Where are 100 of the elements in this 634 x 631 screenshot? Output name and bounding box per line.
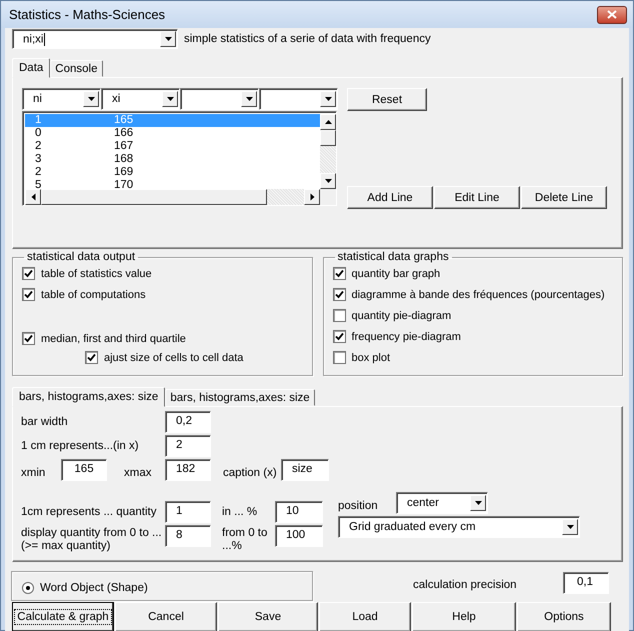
checkbox[interactable] (332, 330, 346, 343)
field-label: 1 cm represents...(in x) (21, 440, 140, 452)
list-row[interactable]: 2 169 (25, 166, 320, 179)
checkmark-icon (334, 290, 344, 299)
tab[interactable]: bars, histograms,axes: size (12, 387, 166, 407)
vertical-scrollbar[interactable] (320, 114, 336, 189)
list-cell: 170 (114, 179, 134, 189)
arrow-icon (88, 97, 94, 101)
arrow-icon (31, 194, 35, 200)
tab[interactable]: Data (12, 58, 50, 78)
scroll-right-button[interactable] (304, 189, 320, 205)
column-selector[interactable] (259, 88, 338, 110)
list-cell-text: 3 (34, 153, 42, 166)
radio-button[interactable] (22, 582, 34, 594)
list-cell-text: 5 (34, 179, 42, 189)
close-icon (607, 10, 617, 19)
scroll-thumb[interactable] (320, 130, 336, 146)
checkmark-icon (24, 269, 33, 278)
arrow-icon (324, 97, 332, 101)
action-button[interactable]: Save (218, 602, 318, 631)
field-label: calculation precision (413, 579, 518, 591)
list-row[interactable]: 2 167 (25, 140, 320, 153)
checkbox-label: table of statistics value (41, 268, 152, 280)
scroll-left-button[interactable] (25, 189, 41, 205)
arrow-icon (324, 120, 332, 124)
list-row[interactable]: 3 168 (25, 153, 320, 166)
action-button[interactable]: Options (517, 602, 611, 631)
scroll-up-button[interactable] (320, 114, 336, 130)
checkmark-icon (334, 332, 344, 341)
dropdown-button[interactable] (470, 495, 486, 511)
dropdown-button[interactable] (83, 91, 99, 107)
list-row[interactable]: 5 170 (25, 179, 320, 189)
checkbox[interactable] (22, 267, 35, 280)
checkbox-label: median, first and third quartile (41, 332, 186, 344)
list-row[interactable]: 0 166 (25, 127, 320, 140)
input-field[interactable]: 100 (275, 525, 323, 547)
action-button[interactable]: Cancel (115, 602, 217, 631)
group-title: statistical data output (26, 251, 136, 263)
list-cell-text: 2 (34, 166, 42, 179)
list-cell: 167 (114, 140, 134, 153)
checkbox-label: quantity bar graph (352, 268, 440, 280)
input-field[interactable]: size (281, 459, 329, 481)
checkmark-icon (24, 290, 33, 299)
field-label: caption (x) (223, 466, 278, 479)
dropdown-button[interactable] (320, 91, 336, 107)
reset-button[interactable]: Reset (347, 88, 427, 111)
input-field[interactable]: 0,1 (563, 572, 609, 594)
line-button[interactable]: Add Line (347, 186, 433, 209)
input-field[interactable]: 165 (61, 459, 107, 481)
field-label: position (338, 499, 379, 512)
arrow-icon (166, 97, 174, 101)
checkbox[interactable] (332, 351, 346, 364)
data-list[interactable]: 1 165 0 166 2 167 3 168 2 169 5 170 (22, 111, 337, 206)
dropdown-button[interactable] (562, 519, 578, 535)
list-cell: 168 (114, 153, 134, 166)
column-selector[interactable]: ni (22, 88, 101, 110)
checkbox-label: frequency pie-diagram (352, 330, 461, 342)
field-label: bar width (21, 416, 69, 428)
action-button[interactable]: Calculate & graph (12, 602, 114, 631)
checkbox[interactable] (22, 332, 35, 345)
checkbox[interactable] (22, 288, 35, 301)
description-label: simple statistics of a serie of data with frequency (184, 33, 431, 45)
scroll-down-button[interactable] (320, 173, 336, 189)
column-selector[interactable]: xi (101, 88, 180, 110)
scroll-thumb[interactable] (41, 189, 267, 205)
input-field[interactable]: 0,2 (165, 411, 211, 433)
action-button[interactable]: Help (412, 602, 516, 631)
checkbox[interactable] (332, 288, 346, 301)
arrow-icon (310, 194, 314, 200)
dropdown-button[interactable] (162, 91, 178, 107)
input-field[interactable]: 2 (165, 435, 211, 457)
action-button[interactable]: Load (319, 602, 411, 631)
checkmark-icon (334, 269, 344, 278)
column-selector[interactable] (180, 88, 259, 110)
input-field[interactable]: 10 (275, 501, 323, 523)
checkbox-label: ajust size of cells to cell data (104, 352, 244, 364)
grid-dropdown[interactable]: Grid graduated every cm (338, 516, 580, 538)
input-field[interactable]: 182 (165, 459, 211, 481)
dropdown-button[interactable] (160, 31, 176, 47)
arrow-icon (164, 37, 172, 41)
mode-combo[interactable]: ni;xi (12, 29, 178, 49)
checkbox-label: diagramme à bande des fréquences (pourcentages) (352, 288, 605, 300)
line-button[interactable]: Delete Line (521, 186, 607, 209)
close-button[interactable] (597, 6, 627, 24)
checkbox[interactable] (85, 351, 98, 364)
tab[interactable]: Console (50, 60, 102, 77)
checkbox[interactable] (332, 267, 346, 280)
dropdown-button[interactable] (241, 91, 257, 107)
field-label: from 0 to ...% (222, 526, 268, 553)
input-field[interactable]: 8 (165, 525, 211, 547)
input-field[interactable]: 1 (165, 501, 211, 523)
tab[interactable]: bars, histograms,axes: size (165, 389, 315, 406)
position-dropdown[interactable]: center (396, 492, 488, 514)
checkmark-icon (87, 353, 96, 362)
radio-label: Word Object (Shape) (40, 582, 148, 594)
checkbox-label: table of computations (41, 288, 146, 300)
line-button[interactable]: Edit Line (434, 186, 520, 209)
checkbox-label: quantity pie-diagram (352, 310, 452, 322)
arrow-icon (246, 97, 252, 101)
checkbox[interactable] (332, 309, 346, 322)
